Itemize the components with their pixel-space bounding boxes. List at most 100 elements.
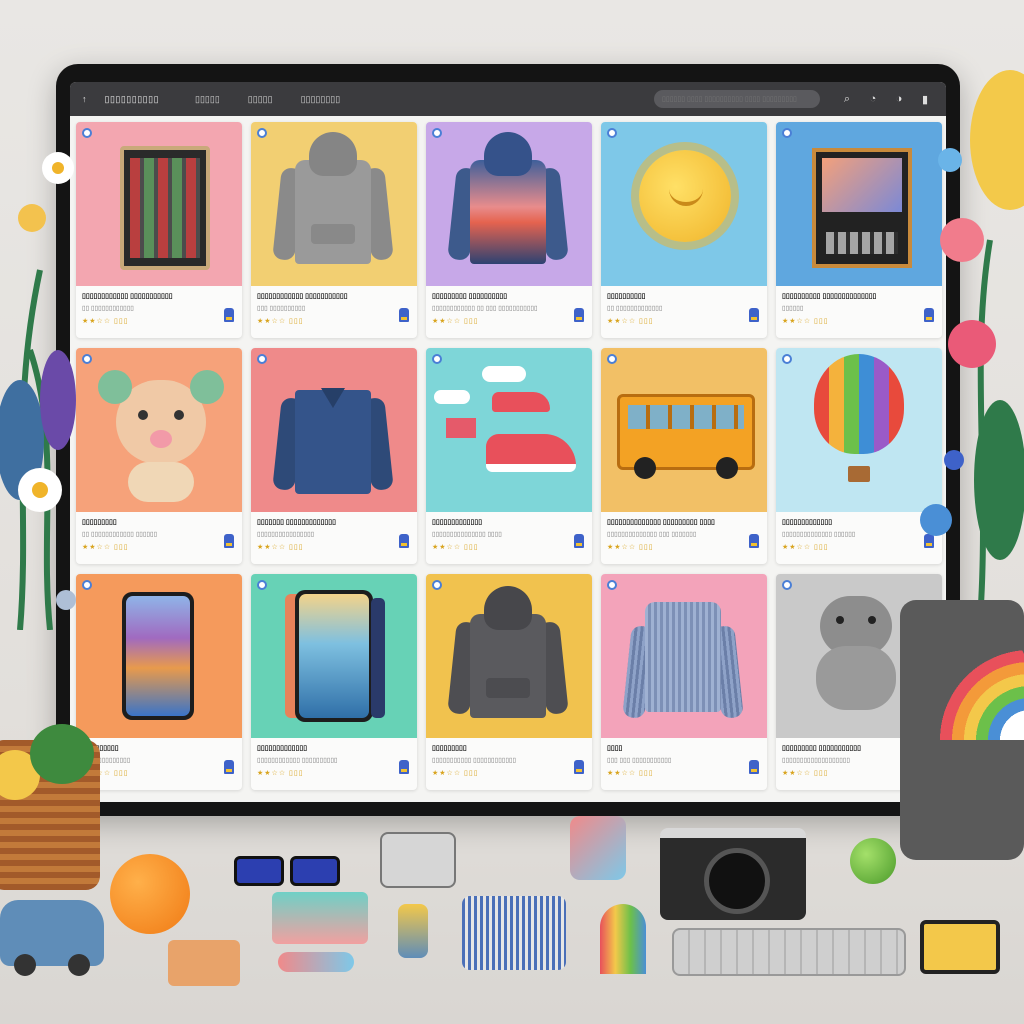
favorite-icon[interactable]	[607, 354, 617, 364]
product-title[interactable]: ▯▯▯▯▯▯▯▯▯▯	[607, 292, 757, 300]
product-image[interactable]	[251, 348, 417, 512]
product-title[interactable]: ▯▯▯▯▯▯▯▯▯▯▯▯▯	[257, 744, 407, 752]
toy-figure	[398, 904, 428, 958]
camera	[660, 828, 806, 920]
product-image[interactable]	[76, 122, 242, 286]
product-rating: ★★☆☆ ▯▯▯	[607, 770, 654, 777]
product-title[interactable]: ▯▯▯▯▯▯▯▯▯	[432, 744, 582, 752]
nav-item-1[interactable]: ▯▯▯▯▯	[195, 94, 220, 105]
product-image[interactable]	[776, 348, 942, 512]
nav-item-3[interactable]: ▯▯▯▯▯▯▯▯	[301, 94, 341, 105]
product-card[interactable]: ▯▯▯▯▯▯▯▯▯ ▯▯▯▯▯▯▯▯▯▯▯ ▯▯▯▯▯▯▯▯▯▯▯▯ ★★☆☆ …	[426, 574, 592, 790]
product-subtitle: ▯▯▯▯▯▯	[782, 305, 804, 312]
nav-item-2[interactable]: ▯▯▯▯▯	[248, 94, 273, 105]
product-card[interactable]: ▯▯▯▯ ▯▯▯ ▯▯▯ ▯▯▯▯▯▯▯▯▯▯▯ ★★☆☆ ▯▯▯	[601, 574, 767, 790]
card-item	[168, 940, 240, 986]
product-image[interactable]	[426, 122, 592, 286]
add-to-cart-icon[interactable]	[399, 760, 409, 774]
add-to-cart-icon[interactable]	[749, 308, 759, 322]
rainbow-basket	[900, 600, 1024, 860]
favorite-icon[interactable]	[782, 354, 792, 364]
add-to-cart-icon[interactable]	[749, 534, 759, 548]
favorite-icon[interactable]	[432, 354, 442, 364]
product-card[interactable]: ▯▯▯ ▯▯▯▯▯▯ ▯▯ ▯▯▯▯▯▯▯▯▯▯▯ ★★☆☆ ▯▯▯	[76, 574, 242, 790]
product-rating: ★★☆☆ ▯▯▯	[607, 544, 654, 551]
product-title[interactable]: ▯▯▯▯▯▯▯▯▯▯▯▯ ▯▯▯▯▯▯▯▯▯▯▯	[82, 292, 232, 300]
product-title[interactable]: ▯▯▯▯▯▯▯▯▯▯▯▯ ▯▯▯▯▯▯▯▯▯▯▯	[257, 292, 407, 300]
product-image[interactable]	[601, 574, 767, 738]
favorite-icon[interactable]	[82, 128, 92, 138]
favorite-icon[interactable]	[257, 128, 267, 138]
product-image[interactable]	[426, 348, 592, 512]
product-title[interactable]: ▯▯▯▯▯▯▯▯▯▯ ▯▯▯▯▯▯▯▯▯▯▯▯▯▯	[782, 292, 932, 300]
product-subtitle: ▯▯▯▯▯▯▯▯▯▯▯▯ ▯▯▯▯▯▯▯▯▯▯	[257, 757, 338, 764]
favorite-icon[interactable]	[432, 128, 442, 138]
add-to-cart-icon[interactable]	[749, 760, 759, 774]
product-title[interactable]: ▯▯▯▯▯▯▯ ▯▯▯▯▯▯▯▯▯▯▯▯▯	[257, 518, 407, 526]
product-image[interactable]	[601, 122, 767, 286]
product-title[interactable]: ▯▯▯▯▯▯▯▯▯▯▯▯▯	[432, 518, 582, 526]
favorite-icon[interactable]	[607, 128, 617, 138]
product-rating: ★★☆☆ ▯▯▯	[782, 770, 829, 777]
product-title[interactable]: ▯▯▯▯▯▯▯▯▯▯▯▯▯	[782, 518, 932, 526]
favorite-icon[interactable]	[257, 580, 267, 590]
orange-fruit	[110, 854, 190, 934]
toy-bar	[278, 952, 354, 972]
add-to-cart-icon[interactable]	[224, 760, 234, 774]
add-to-cart-icon[interactable]	[224, 308, 234, 322]
product-title[interactable]: ▯▯▯ ▯▯▯▯▯▯	[82, 744, 232, 752]
product-image[interactable]	[251, 574, 417, 738]
add-to-cart-icon[interactable]	[574, 760, 584, 774]
favorite-icon[interactable]	[782, 580, 792, 590]
product-image[interactable]	[601, 348, 767, 512]
product-rating: ★★☆☆ ▯▯▯	[82, 544, 129, 551]
favorite-icon[interactable]	[607, 580, 617, 590]
product-title[interactable]: ▯▯▯▯▯▯▯▯▯ ▯▯▯▯▯▯▯▯▯▯	[432, 292, 582, 300]
notification-icon[interactable]: ◔	[864, 93, 882, 105]
add-to-cart-icon[interactable]	[399, 308, 409, 322]
sunglasses	[234, 850, 340, 886]
product-rating: ★★☆☆ ▯▯▯	[432, 318, 479, 325]
product-subtitle: ▯▯▯▯▯▯▯▯▯▯▯▯▯▯▯ ▯▯▯▯	[432, 531, 502, 538]
favorite-icon[interactable]	[257, 354, 267, 364]
product-subtitle: ▯▯▯▯▯▯▯▯▯▯▯▯▯▯ ▯▯▯▯▯▯	[782, 531, 856, 538]
add-to-cart-icon[interactable]	[399, 534, 409, 548]
product-image[interactable]	[251, 122, 417, 286]
product-title[interactable]: ▯▯▯▯▯▯▯▯▯	[82, 518, 232, 526]
product-card[interactable]: ▯▯▯▯▯▯▯▯▯▯▯▯▯ ▯▯▯▯▯▯▯▯▯▯▯▯▯▯▯ ▯▯▯▯ ★★☆☆ …	[426, 348, 592, 564]
product-card[interactable]: ▯▯▯▯▯▯▯▯▯ ▯▯▯▯▯▯▯▯▯▯ ▯▯▯▯▯▯▯▯▯▯▯▯ ▯▯ ▯▯▯…	[426, 122, 592, 338]
phone-device	[920, 920, 1000, 974]
favorite-icon[interactable]	[432, 580, 442, 590]
tablet-screen	[130, 158, 200, 258]
product-title[interactable]: ▯▯▯▯▯▯▯▯▯▯▯▯▯▯ ▯▯▯▯▯▯▯▯▯ ▯▯▯▯	[607, 518, 757, 526]
product-card[interactable]: ▯▯▯▯▯▯▯▯▯▯▯▯ ▯▯▯▯▯▯▯▯▯▯▯ ▯▯ ▯▯▯▯▯▯▯▯▯▯▯▯…	[76, 122, 242, 338]
product-card[interactable]: ▯▯▯▯▯▯▯▯▯▯▯▯▯ ▯▯▯▯▯▯▯▯▯▯▯▯ ▯▯▯▯▯▯▯▯▯▯ ★★…	[251, 574, 417, 790]
add-to-cart-icon[interactable]	[574, 534, 584, 548]
product-card[interactable]: ▯▯▯▯▯▯▯▯▯▯▯▯ ▯▯▯▯▯▯▯▯▯▯▯ ▯▯▯ ▯▯▯▯▯▯▯▯▯▯ …	[251, 122, 417, 338]
product-card[interactable]: ▯▯▯▯▯▯▯▯▯▯▯▯▯▯ ▯▯▯▯▯▯▯▯▯ ▯▯▯▯ ▯▯▯▯▯▯▯▯▯▯…	[601, 348, 767, 564]
search-input[interactable]	[654, 90, 820, 108]
product-image[interactable]	[76, 574, 242, 738]
product-subtitle: ▯▯ ▯▯▯▯▯▯▯▯▯▯▯▯ ▯▯▯▯▯▯	[82, 531, 158, 538]
binoculars	[380, 832, 456, 888]
brand-logo[interactable]: ▯▯▯▯▯▯▯▯▯▯	[105, 94, 160, 105]
search-icon[interactable]: ⌕	[838, 93, 856, 106]
product-image[interactable]	[426, 574, 592, 738]
product-rating: ★★☆☆ ▯▯▯	[257, 770, 304, 777]
favorite-icon[interactable]	[82, 580, 92, 590]
product-image[interactable]	[776, 122, 942, 286]
back-arrow-icon[interactable]: ↑	[82, 94, 87, 104]
user-icon[interactable]: ◑	[890, 93, 908, 105]
product-card[interactable]: ▯▯▯▯▯▯▯ ▯▯▯▯▯▯▯▯▯▯▯▯▯ ▯▯▯▯▯▯▯▯▯▯▯▯▯▯▯▯ ★…	[251, 348, 417, 564]
product-card[interactable]: ▯▯▯▯▯▯▯▯▯▯▯▯▯ ▯▯▯▯▯▯▯▯▯▯▯▯▯▯ ▯▯▯▯▯▯ ★★☆☆…	[776, 348, 942, 564]
product-card[interactable]: ▯▯▯▯▯▯▯▯▯▯ ▯▯▯▯▯▯▯▯▯▯▯▯▯▯ ▯▯▯▯▯▯ ★★☆☆ ▯▯…	[776, 122, 942, 338]
sun-toy-image	[639, 150, 731, 242]
product-card[interactable]: ▯▯▯▯▯▯▯▯▯▯ ▯▯ ▯▯▯▯▯▯▯▯▯▯▯▯▯ ★★☆☆ ▯▯▯	[601, 122, 767, 338]
product-card[interactable]: ▯▯▯▯▯▯▯▯▯ ▯▯ ▯▯▯▯▯▯▯▯▯▯▯▯ ▯▯▯▯▯▯ ★★☆☆ ▯▯…	[76, 348, 242, 564]
product-image[interactable]	[76, 348, 242, 512]
product-title[interactable]: ▯▯▯▯	[607, 744, 757, 752]
favorite-icon[interactable]	[782, 128, 792, 138]
favorite-icon[interactable]	[82, 354, 92, 364]
add-to-cart-icon[interactable]	[574, 308, 584, 322]
add-to-cart-icon[interactable]	[224, 534, 234, 548]
